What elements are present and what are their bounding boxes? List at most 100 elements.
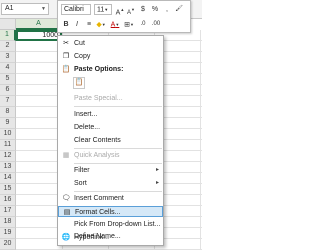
font-name-value: Calibri xyxy=(64,6,84,13)
menu-item-insert[interactable]: Insert... xyxy=(58,109,163,120)
menu-item-format-cells[interactable]: ▤ Format Cells... xyxy=(58,206,163,217)
menu-item-quick-analysis-label: Quick Analysis xyxy=(74,152,120,159)
column-header-a[interactable]: A xyxy=(16,19,62,30)
font-size-select[interactable]: 11▼ xyxy=(94,4,112,15)
decrease-decimal-button[interactable]: .00 xyxy=(151,19,161,30)
row-header[interactable]: 11 xyxy=(0,140,16,151)
menu-item-insert-label: Insert... xyxy=(74,111,98,118)
borders-button[interactable]: ⊞▼ xyxy=(124,19,134,30)
submenu-arrow-icon: ▸ xyxy=(155,180,159,186)
context-menu: ✂ Cut ❐ Copy 📋 Paste Options: 📋 Paste Sp… xyxy=(57,35,164,246)
copy-icon: ❐ xyxy=(62,53,70,60)
font-name-select[interactable]: Calibri xyxy=(61,4,91,15)
row-header[interactable]: 12 xyxy=(0,151,16,162)
shrink-font-button[interactable]: A▼ xyxy=(126,4,136,16)
currency-label: $ xyxy=(141,6,145,13)
menu-item-pick-from-list-label: Pick From Drop-down List... xyxy=(74,221,161,228)
menu-item-paste-special[interactable]: Paste Special... xyxy=(58,93,163,104)
menu-item-clear-contents[interactable]: Clear Contents xyxy=(58,135,163,146)
cell-a1[interactable]: 1000 xyxy=(16,30,62,41)
fill-color-button[interactable]: ◆▼ xyxy=(96,19,106,30)
name-box[interactable]: A1 ▼ xyxy=(1,3,49,15)
paste-button[interactable]: 📋 xyxy=(73,77,85,89)
row-header[interactable]: 20 xyxy=(0,239,16,250)
menu-item-format-cells-label: Format Cells... xyxy=(75,209,121,216)
menu-item-paste-special-label: Paste Special... xyxy=(74,95,123,102)
chevron-down-icon[interactable]: ▼ xyxy=(41,4,46,14)
menu-item-hyperlink-label: Hyperlink... xyxy=(74,234,110,241)
menu-item-insert-comment-label: Insert Comment xyxy=(74,195,124,202)
menu-item-cut-label: Cut xyxy=(74,40,85,47)
menu-item-sort[interactable]: Sort ▸ xyxy=(58,178,163,189)
percent-label: % xyxy=(151,6,159,13)
menu-item-paste-options: 📋 Paste Options: xyxy=(58,64,163,75)
bold-label: B xyxy=(63,21,69,28)
select-all-corner[interactable] xyxy=(0,19,16,30)
menu-separator xyxy=(74,148,162,149)
row-header[interactable]: 2 xyxy=(0,41,16,52)
column-gridline xyxy=(200,30,201,249)
row-header[interactable]: 4 xyxy=(0,63,16,74)
italic-label: I xyxy=(76,21,78,28)
row-header[interactable]: 7 xyxy=(0,96,16,107)
percent-button[interactable]: % xyxy=(150,4,160,15)
format-cells-icon: ▤ xyxy=(63,209,71,216)
globe-link-icon: 🌐 xyxy=(61,234,71,241)
row-header[interactable]: 9 xyxy=(0,118,16,129)
quick-analysis-icon: ▦ xyxy=(62,152,70,159)
row-header[interactable]: 6 xyxy=(0,85,16,96)
mini-toolbar: Calibri 11▼ A▲ A▼ $ % , 🖌 B I ≡ ◆▼ A▼ ⊞▼… xyxy=(57,0,191,33)
menu-separator xyxy=(74,191,162,192)
menu-separator xyxy=(74,106,162,107)
italic-button[interactable]: I xyxy=(72,19,82,30)
format-painter-icon: 🖌 xyxy=(175,6,183,12)
clipboard-icon: 📋 xyxy=(74,79,84,86)
comma-label: , xyxy=(166,6,168,13)
comma-style-button[interactable]: , xyxy=(162,4,172,15)
row-header[interactable]: 17 xyxy=(0,206,16,217)
bold-button[interactable]: B xyxy=(61,19,71,30)
row-header[interactable]: 10 xyxy=(0,129,16,140)
cell-a1-value: 1000 xyxy=(42,32,58,39)
chevron-down-icon: ▼ xyxy=(104,7,109,12)
menu-item-copy-label: Copy xyxy=(74,53,91,60)
scissors-icon: ✂ xyxy=(63,40,69,47)
currency-button[interactable]: $ xyxy=(138,4,148,15)
menu-item-sort-label: Sort xyxy=(74,180,87,187)
submenu-arrow-icon: ▸ xyxy=(155,167,159,173)
menu-item-hyperlink[interactable]: 🌐 Hyperlink... xyxy=(58,232,163,243)
menu-item-filter[interactable]: Filter ▸ xyxy=(58,165,163,176)
menu-item-delete[interactable]: Delete... xyxy=(58,122,163,133)
menu-item-delete-label: Delete... xyxy=(74,124,101,131)
name-box-value: A1 xyxy=(5,5,14,12)
align-center-icon: ≡ xyxy=(86,21,92,28)
menu-item-copy[interactable]: ❐ Copy xyxy=(58,51,163,62)
decrease-decimal-icon: .00 xyxy=(151,21,161,27)
row-header[interactable]: 19 xyxy=(0,228,16,239)
menu-separator xyxy=(74,163,162,164)
row-header[interactable]: 15 xyxy=(0,184,16,195)
row-header[interactable]: 14 xyxy=(0,173,16,184)
align-center-button[interactable]: ≡ xyxy=(84,19,94,30)
font-color-button[interactable]: A▼ xyxy=(110,19,120,30)
row-header[interactable]: 3 xyxy=(0,52,16,63)
format-painter-button[interactable]: 🖌 xyxy=(174,4,184,15)
increase-decimal-label: .0 xyxy=(140,21,146,27)
grow-font-button[interactable]: A▲ xyxy=(115,4,125,16)
row-header[interactable]: 18 xyxy=(0,217,16,228)
menu-item-paste-options-label: Paste Options: xyxy=(74,66,124,73)
row-header[interactable]: 1 xyxy=(0,30,16,41)
menu-item-quick-analysis[interactable]: ▦ Quick Analysis xyxy=(58,150,163,161)
menu-item-clear-contents-label: Clear Contents xyxy=(74,137,121,144)
menu-item-filter-label: Filter xyxy=(74,167,90,174)
menu-item-pick-from-list[interactable]: Pick From Drop-down List... xyxy=(58,219,163,230)
row-header[interactable]: 13 xyxy=(0,162,16,173)
clipboard-icon: 📋 xyxy=(61,66,71,73)
comment-icon: 🗨 xyxy=(61,195,71,202)
row-header[interactable]: 5 xyxy=(0,74,16,85)
row-header[interactable]: 8 xyxy=(0,107,16,118)
row-header[interactable]: 16 xyxy=(0,195,16,206)
menu-item-insert-comment[interactable]: 🗨 Insert Comment xyxy=(58,193,163,204)
increase-decimal-button[interactable]: .0 xyxy=(138,19,148,30)
menu-item-cut[interactable]: ✂ Cut xyxy=(58,38,163,49)
